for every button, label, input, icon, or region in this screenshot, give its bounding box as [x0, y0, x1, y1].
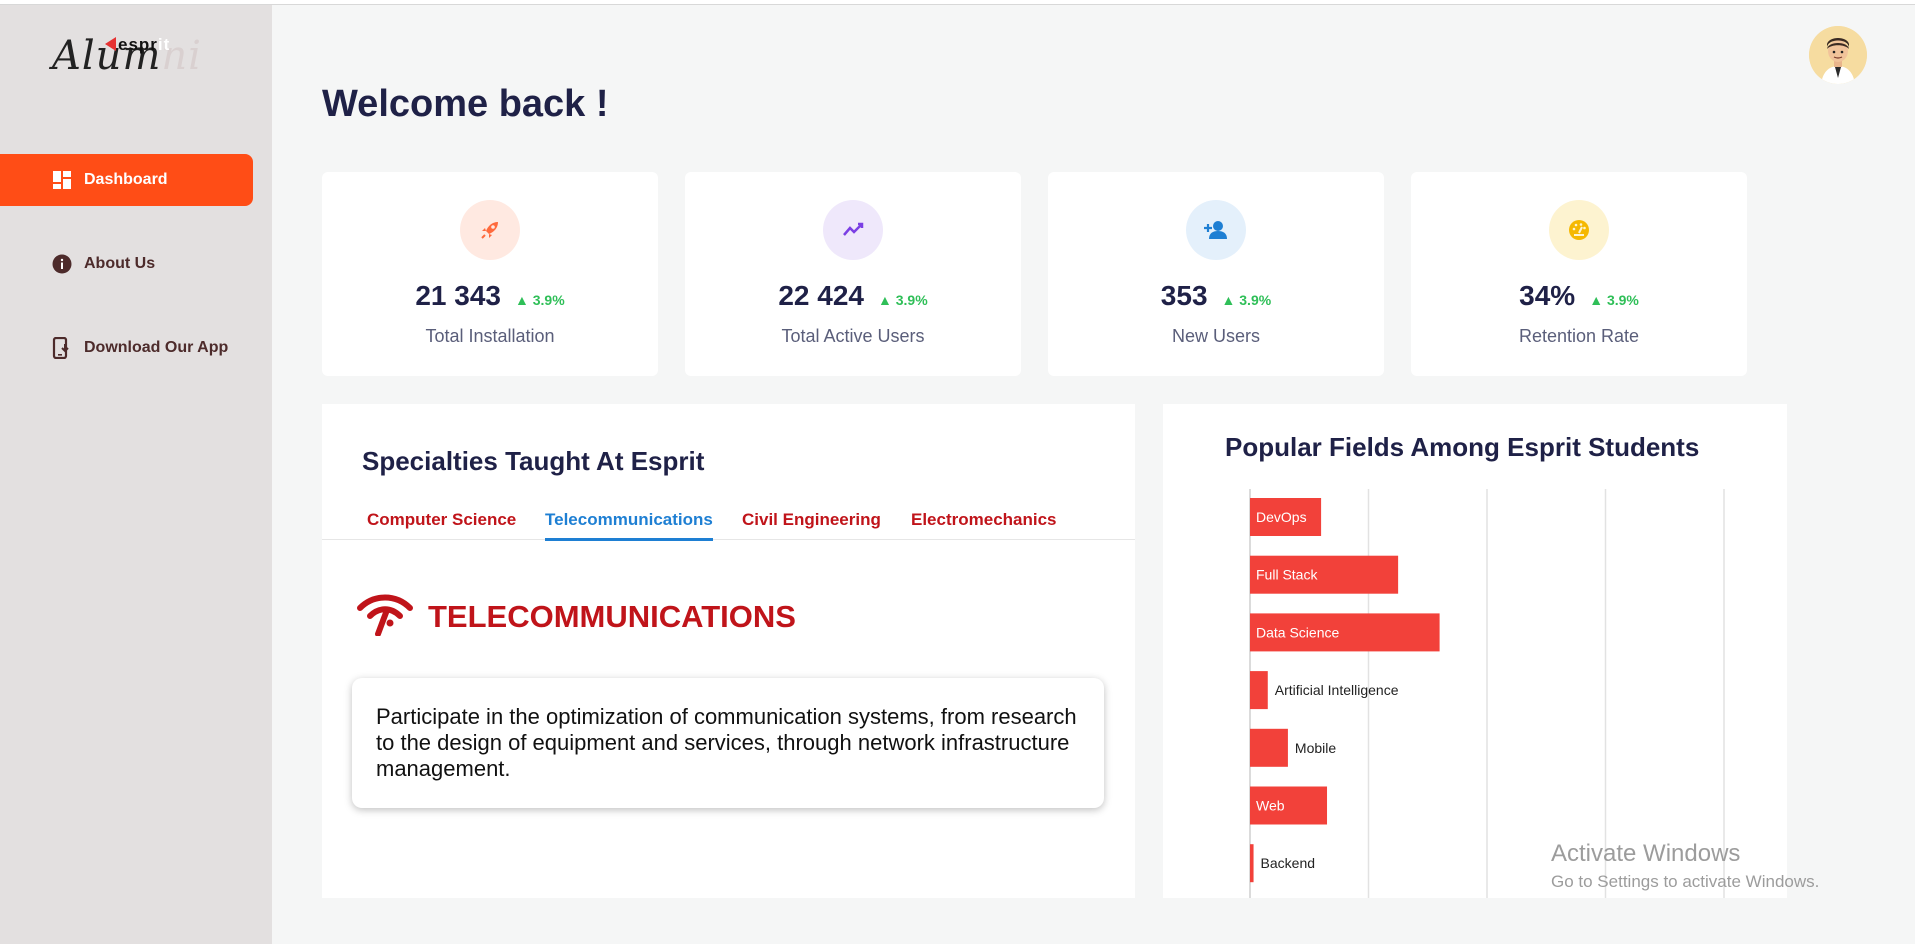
specialty-heading-text: TELECOMMUNICATIONS — [428, 598, 796, 634]
specialty-description: Participate in the optimization of commu… — [352, 678, 1104, 808]
logo-triangle-icon — [105, 37, 116, 51]
tab-computer-science[interactable]: Computer Science — [367, 510, 516, 538]
stat-label: Total Installation — [425, 326, 555, 346]
stat-delta: ▲ 3.9% — [1589, 292, 1639, 308]
stat-label: New Users — [1171, 326, 1260, 346]
popular-fields-chart-panel: Popular Fields Among Esprit Students Dev… — [1163, 404, 1787, 898]
stat-value: 21 343 ▲ 3.9% — [415, 280, 565, 311]
chart-bar-label: Full Stack — [1256, 567, 1318, 583]
chart-bar[interactable] — [1250, 844, 1254, 883]
specialties-panel: Specialties Taught At Esprit Computer Sc… — [322, 404, 1135, 898]
sidebar-item-label: About Us — [84, 255, 156, 272]
tab-telecommunications[interactable]: Telecommunications — [545, 510, 713, 541]
chart-bar-label: Mobile — [1295, 740, 1336, 756]
watermark-line2: Go to Settings to activate Windows. — [1551, 872, 1820, 891]
specialty-heading: TELECOMMUNICATIONS — [356, 592, 796, 641]
trend-icon — [823, 200, 883, 260]
gauge-icon — [1549, 200, 1609, 260]
stat-delta: ▲ 3.9% — [1221, 292, 1272, 308]
stat-delta: ▲ 3.9% — [877, 292, 928, 308]
rocket-icon — [460, 200, 520, 260]
stat-label: Retention Rate — [1518, 326, 1640, 346]
chart-bar-label: Artificial Intelligence — [1275, 682, 1399, 698]
add-user-icon — [1186, 200, 1246, 260]
sidebar: Alumni esprit Dashboard About Us Downloa… — [0, 5, 272, 944]
stat-card-new-users: 353 ▲ 3.9% New Users — [1048, 172, 1384, 376]
stat-value: 353 ▲ 3.9% — [1160, 280, 1272, 311]
page-title: Welcome back ! — [322, 86, 609, 125]
specialties-tabs: Computer Science Telecommunications Civi… — [322, 500, 1135, 541]
stat-value: 34% ▲ 3.9% — [1519, 280, 1639, 311]
chart-bar[interactable] — [1250, 728, 1288, 767]
watermark-line1: Activate Windows — [1551, 840, 1741, 867]
chart-bar-label: Data Science — [1256, 624, 1339, 640]
specialties-title: Specialties Taught At Esprit — [362, 446, 705, 476]
stat-delta: ▲ 3.9% — [514, 292, 565, 308]
activate-windows-watermark: Activate Windows Go to Settings to activ… — [1551, 840, 1819, 892]
logo-brand: esprit — [118, 35, 171, 54]
top-border — [0, 0, 1915, 5]
sidebar-item-download-app[interactable]: Download Our App — [0, 322, 253, 374]
stat-card-total-active-users: 22 424 ▲ 3.9% Total Active Users — [685, 172, 1021, 376]
chart-bar[interactable] — [1250, 671, 1268, 710]
stat-label: Total Active Users — [781, 326, 925, 346]
user-avatar[interactable] — [1809, 26, 1867, 84]
stat-card-total-installation: 21 343 ▲ 3.9% Total Installation — [322, 172, 658, 376]
sidebar-item-label: Download Our App — [84, 339, 229, 356]
sidebar-item-about-us[interactable]: About Us — [0, 238, 253, 290]
chart-bar-label: Web — [1256, 798, 1285, 814]
chart-bar-label: DevOps — [1256, 509, 1307, 525]
tab-civil-engineering[interactable]: Civil Engineering — [742, 510, 881, 538]
dashboard-icon — [52, 170, 72, 190]
stat-card-retention-rate: 34% ▲ 3.9% Retention Rate — [1411, 172, 1747, 376]
popular-fields-chart: DevOps Full Stack Data Science Artificial I… — [1249, 489, 1725, 898]
download-app-icon — [52, 337, 72, 359]
chart-bar-label: Backend — [1261, 855, 1315, 871]
tab-electromechanics[interactable]: Electromechanics — [911, 510, 1057, 538]
info-icon — [52, 254, 72, 274]
wifi-icon — [356, 592, 414, 641]
sidebar-item-label: Dashboard — [84, 171, 168, 188]
stat-value: 22 424 ▲ 3.9% — [778, 280, 928, 311]
sidebar-item-dashboard[interactable]: Dashboard — [0, 154, 253, 206]
alumni-esprit-logo[interactable]: Alumni esprit — [52, 31, 212, 91]
